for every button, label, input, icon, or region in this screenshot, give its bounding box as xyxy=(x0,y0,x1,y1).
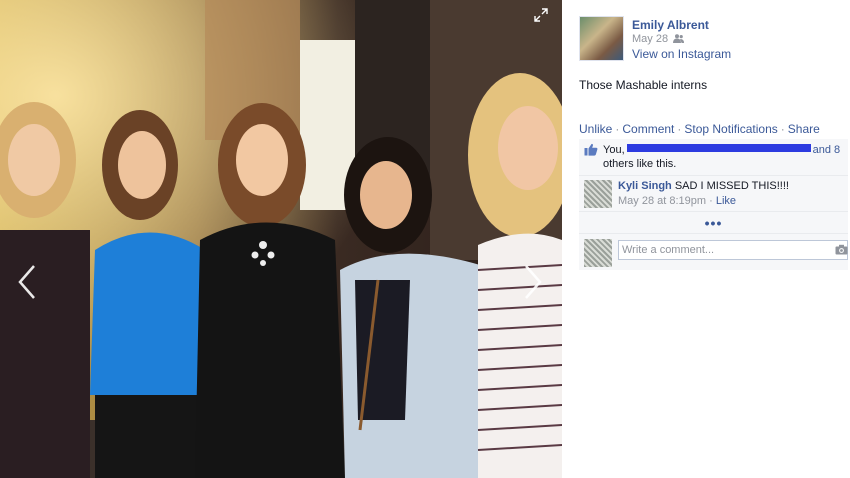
next-photo-button[interactable] xyxy=(518,262,548,302)
comment-like-link[interactable]: Like xyxy=(716,195,736,207)
view-on-instagram-link[interactable]: View on Instagram xyxy=(632,47,731,61)
comment-input[interactable] xyxy=(618,240,848,260)
comment-author-link[interactable]: Kyli Singh SAD I MISSED THIS!!!! xyxy=(618,180,789,192)
commenter-avatar[interactable] xyxy=(584,180,612,208)
feedback-box: You, and 8 others like this. Kyli Singh S… xyxy=(579,139,848,270)
author-name-link[interactable]: Emily Albrent xyxy=(632,18,709,32)
post-side-panel: Emily Albrent May 28 View on Instagram T… xyxy=(562,0,850,478)
comment-link[interactable]: Comment xyxy=(622,122,674,136)
thumbs-up-icon xyxy=(584,143,598,156)
comment-text: SAD I MISSED THIS!!!! xyxy=(674,180,789,192)
photo-viewer[interactable] xyxy=(0,0,562,478)
comment-composer xyxy=(579,234,848,270)
likes-others-tail: others like this. xyxy=(603,158,677,170)
post-header: Emily Albrent May 28 View on Instagram xyxy=(579,16,844,62)
more-options-button[interactable]: ••• xyxy=(705,216,723,230)
action-separator: · xyxy=(615,122,620,136)
likes-others-link[interactable]: and 8 xyxy=(813,144,841,156)
post-date-text: May 28 xyxy=(632,33,669,45)
more-comments-row: ••• xyxy=(579,212,848,234)
stop-notifications-link[interactable]: Stop Notifications xyxy=(684,122,777,136)
group-photo xyxy=(0,0,562,478)
expand-icon[interactable] xyxy=(534,8,552,26)
previous-photo-button[interactable] xyxy=(12,262,42,302)
action-separator: · xyxy=(677,122,682,136)
post-actions: Unlike · Comment · Stop Notifications · Share xyxy=(579,122,820,136)
post-date: May 28 xyxy=(632,33,685,45)
friends-icon[interactable] xyxy=(673,34,685,43)
redacted-names xyxy=(626,144,811,152)
comment-meta-separator: · xyxy=(709,195,713,207)
post-caption: Those Mashable interns xyxy=(579,78,708,92)
camera-icon[interactable] xyxy=(835,244,848,255)
author-avatar[interactable] xyxy=(579,16,624,61)
comment-item: Kyli Singh SAD I MISSED THIS!!!! May 28 … xyxy=(579,176,848,212)
action-separator: · xyxy=(780,122,785,136)
chevron-left-icon xyxy=(18,265,35,299)
share-link[interactable]: Share xyxy=(788,122,820,136)
chevron-right-icon xyxy=(525,265,542,299)
likes-you: You, xyxy=(603,144,625,156)
comment-meta: May 28 at 8:19pm · Like xyxy=(618,195,736,207)
comment-author-name[interactable]: Kyli Singh xyxy=(618,180,672,192)
comment-timestamp[interactable]: May 28 at 8:19pm xyxy=(618,195,706,207)
like-sentence: You, and 8 others like this. xyxy=(579,139,848,176)
viewer-avatar xyxy=(584,239,612,267)
unlike-link[interactable]: Unlike xyxy=(579,122,612,136)
